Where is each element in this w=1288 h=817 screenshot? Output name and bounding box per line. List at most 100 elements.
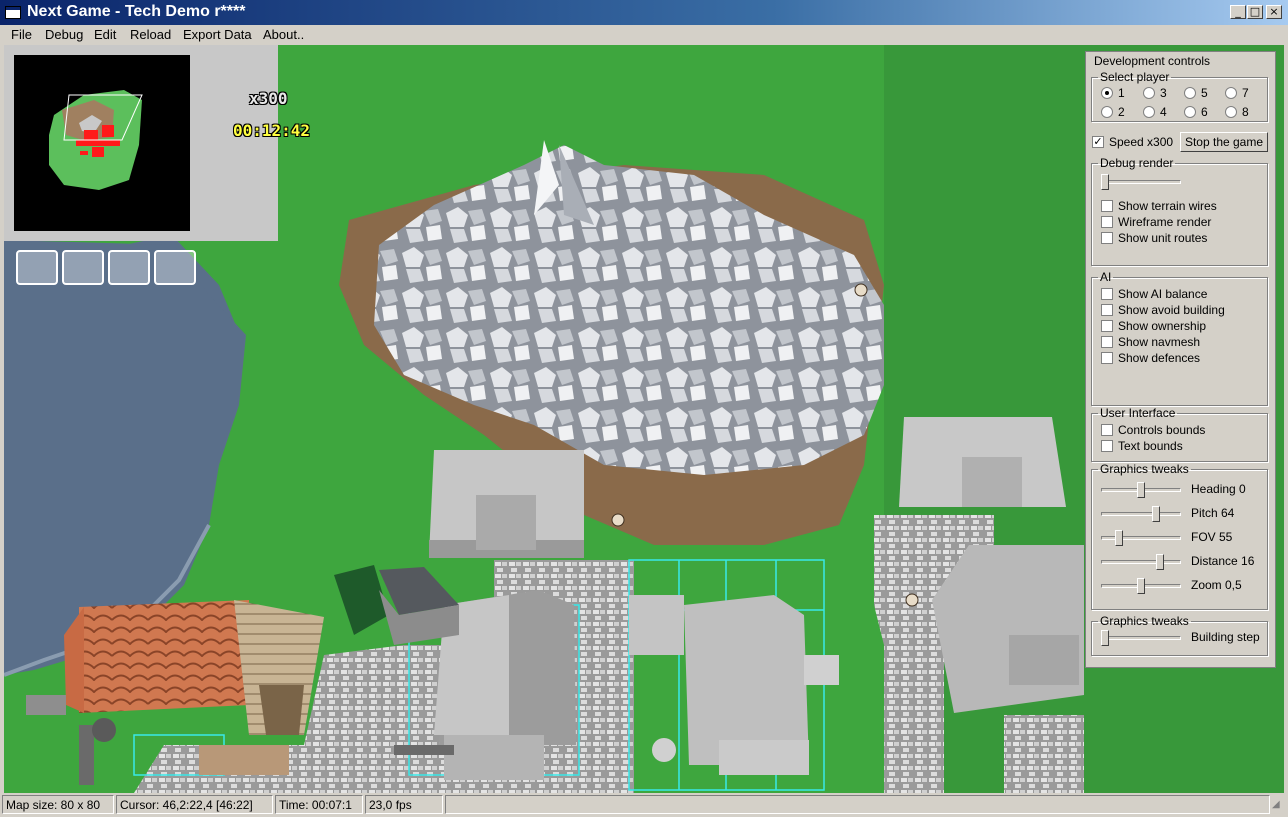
checkbox-box [1101, 424, 1113, 436]
development-controls-panel: Development controls Select player 1 2 3… [1085, 51, 1276, 668]
game-clock: 00:12:42 [233, 121, 311, 140]
maximize-button[interactable]: □ [1247, 5, 1263, 19]
menu-debug[interactable]: Debug [45, 27, 83, 42]
building-step-slider[interactable] [1101, 630, 1181, 646]
zoom-slider[interactable] [1101, 578, 1181, 594]
checkbox-box [1101, 336, 1113, 348]
window-title: Next Game - Tech Demo r**** [27, 3, 246, 20]
player-radio-label: 6 [1201, 105, 1208, 119]
dev-panel-title: Development controls [1094, 54, 1211, 68]
player-radio-4[interactable]: 4 [1143, 105, 1167, 119]
heading-slider[interactable] [1101, 482, 1181, 498]
checkbox-label: Controls bounds [1118, 423, 1206, 437]
checkbox-label: Show navmesh [1118, 335, 1201, 349]
show-ai-balance-checkbox[interactable]: Show AI balance [1101, 287, 1207, 301]
pitch-slider-label: Pitch 64 [1191, 506, 1235, 520]
group-slot-4[interactable] [154, 250, 196, 285]
fps-status: 23,0 fps [365, 795, 443, 814]
slider-thumb[interactable] [1101, 174, 1109, 190]
player-radio-6[interactable]: 6 [1184, 105, 1208, 119]
status-bar: Map size: 80 x 80 Cursor: 46,2:22,4 [46:… [0, 793, 1288, 817]
graphics-tweaks-label: Graphics tweaks [1100, 462, 1189, 476]
speed-checkbox[interactable]: ✓ Speed x300 [1092, 135, 1173, 149]
fov-slider[interactable] [1101, 530, 1181, 546]
checkbox-box [1101, 320, 1113, 332]
menu-export-data[interactable]: Export Data [183, 27, 252, 42]
player-radio-label: 2 [1118, 105, 1125, 119]
stop-game-button[interactable]: Stop the game [1180, 132, 1268, 152]
menu-edit[interactable]: Edit [94, 27, 116, 42]
group-slot-1[interactable] [16, 250, 58, 285]
building-step-label: Building step [1191, 630, 1260, 644]
slider-thumb[interactable] [1137, 578, 1145, 594]
debug-render-label: Debug render [1100, 156, 1174, 170]
radio-dot [1225, 106, 1237, 118]
radio-dot [1184, 87, 1196, 99]
wireframe-render-checkbox[interactable]: Wireframe render [1101, 215, 1211, 229]
checkbox-label: Show AI balance [1118, 287, 1208, 301]
slider-track [1101, 512, 1181, 516]
menu-about[interactable]: About.. [263, 27, 304, 42]
checkbox-label: Wireframe render [1118, 215, 1212, 229]
slider-track [1101, 636, 1181, 640]
radio-dot [1143, 106, 1155, 118]
text-bounds-checkbox[interactable]: Text bounds [1101, 439, 1183, 453]
debug-render-slider[interactable] [1101, 174, 1181, 190]
show-avoid-building-checkbox[interactable]: Show avoid building [1101, 303, 1225, 317]
show-defences-checkbox[interactable]: Show defences [1101, 351, 1200, 365]
heading-slider-label: Heading 0 [1191, 482, 1246, 496]
player-radio-5[interactable]: 5 [1184, 86, 1208, 100]
slider-thumb[interactable] [1156, 554, 1164, 570]
resize-grip-icon[interactable]: ◢ [1272, 799, 1284, 813]
player-radio-label: 7 [1242, 86, 1249, 100]
player-radio-2[interactable]: 2 [1101, 105, 1125, 119]
group-slot-2[interactable] [62, 250, 104, 285]
show-ownership-checkbox[interactable]: Show ownership [1101, 319, 1206, 333]
title-bar: Next Game - Tech Demo r**** _ □ × [0, 0, 1288, 25]
show-unit-routes-checkbox[interactable]: Show unit routes [1101, 231, 1207, 245]
distance-slider[interactable] [1101, 554, 1181, 570]
player-radio-1[interactable]: 1 [1101, 86, 1125, 100]
checkbox-box [1101, 288, 1113, 300]
speed-checkbox-label: Speed x300 [1109, 135, 1174, 149]
distance-slider-label: Distance 16 [1191, 554, 1255, 568]
checkbox-box: ✓ [1092, 135, 1104, 148]
radio-dot [1143, 87, 1155, 99]
zoom-slider-label: Zoom 0,5 [1191, 578, 1242, 592]
slider-thumb[interactable] [1137, 482, 1145, 498]
menu-reload[interactable]: Reload [130, 27, 171, 42]
menu-bar: File Debug Edit Reload Export Data About… [0, 25, 1288, 45]
checkbox-label: Show ownership [1118, 319, 1207, 333]
controls-bounds-checkbox[interactable]: Controls bounds [1101, 423, 1205, 437]
time-status: Time: 00:07:1 [275, 795, 363, 814]
checkbox-box [1101, 304, 1113, 316]
radio-dot [1101, 87, 1113, 99]
player-radio-3[interactable]: 3 [1143, 86, 1167, 100]
checkbox-box [1101, 200, 1113, 212]
select-player-label: Select player [1100, 70, 1170, 84]
slider-track [1101, 536, 1181, 540]
radio-dot [1184, 106, 1196, 118]
minimap-panel: x300 00:12:42 [4, 45, 310, 241]
slider-thumb[interactable] [1152, 506, 1160, 522]
player-radio-8[interactable]: 8 [1225, 105, 1249, 119]
player-radio-7[interactable]: 7 [1225, 86, 1249, 100]
player-radio-label: 1 [1118, 86, 1125, 100]
close-button[interactable]: × [1266, 5, 1282, 19]
menu-file[interactable]: File [11, 27, 32, 42]
show-terrain-wires-checkbox[interactable]: Show terrain wires [1101, 199, 1217, 213]
minimize-button[interactable]: _ [1230, 5, 1246, 19]
player-radio-label: 4 [1160, 105, 1167, 119]
minimap[interactable] [14, 55, 190, 231]
checkbox-label: Text bounds [1118, 439, 1183, 453]
checkbox-label: Show avoid building [1118, 303, 1225, 317]
group-slot-3[interactable] [108, 250, 150, 285]
slider-thumb[interactable] [1101, 630, 1109, 646]
slider-thumb[interactable] [1115, 530, 1123, 546]
checkbox-label: Show unit routes [1118, 231, 1208, 245]
ai-label: AI [1100, 270, 1112, 284]
pitch-slider[interactable] [1101, 506, 1181, 522]
show-navmesh-checkbox[interactable]: Show navmesh [1101, 335, 1200, 349]
map-size-status: Map size: 80 x 80 [2, 795, 114, 814]
user-interface-label: User Interface [1100, 406, 1176, 420]
